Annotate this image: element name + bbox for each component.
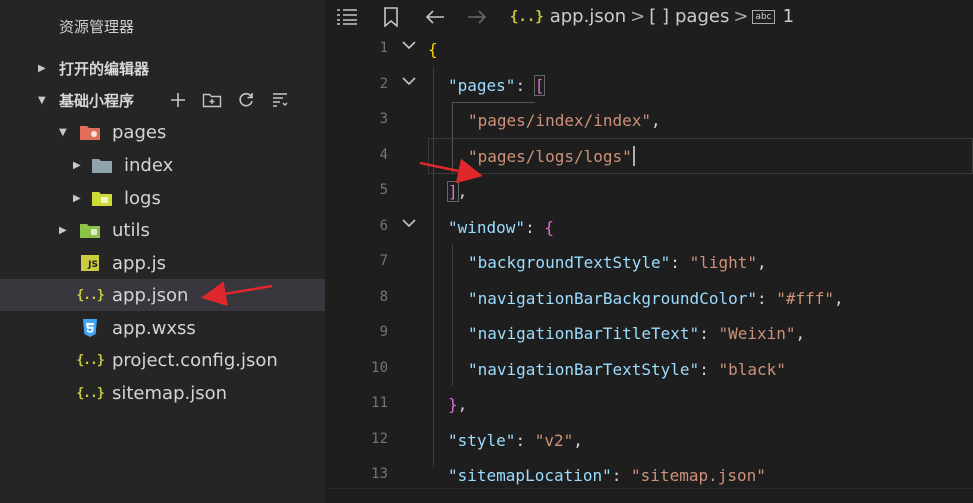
line-number: 6 [379, 218, 388, 234]
breadcrumb: {..} app.json > [ ] pages > abc 1 [510, 6, 794, 27]
code-line[interactable]: }, [448, 386, 467, 422]
line-number: 10 [371, 360, 388, 376]
open-editors-section[interactable]: ▶ 打开的编辑器 [0, 52, 325, 84]
breadcrumb-index[interactable]: 1 [783, 6, 794, 27]
tree-item-label: sitemap.json [112, 382, 228, 404]
text-cursor [632, 146, 635, 166]
tree-item-label: project.config.json [112, 349, 278, 371]
css-file-icon [80, 319, 100, 337]
js-file-icon: JS [80, 254, 100, 272]
tree-item-utils[interactable]: ▶ utils [0, 214, 325, 246]
editor-toolbar: {..} app.json > [ ] pages > abc 1 [326, 0, 973, 34]
code-line[interactable]: "navigationBarTextStyle": "black" [468, 351, 786, 387]
line-number: 5 [379, 182, 388, 198]
project-section[interactable]: ▼ 基础小程序 [0, 84, 325, 116]
forward-arrow-icon[interactable] [465, 5, 489, 29]
code-line[interactable]: "backgroundTextStyle": "light", [468, 244, 767, 280]
line-number: 4 [379, 147, 388, 163]
tree-item-label: pages [112, 121, 167, 143]
explorer-sidebar: 资源管理器 ▶ 打开的编辑器 ▼ 基础小程序 ▼ pages ▶ index ▶… [0, 0, 326, 502]
code-editor[interactable]: {..} app.json > [ ] pages > abc 1 1 2 3 … [326, 0, 973, 503]
code-line[interactable]: "pages/logs/logs" [468, 138, 635, 174]
tree-item-label: utils [112, 219, 150, 241]
code-line[interactable]: "navigationBarBackgroundColor": "#fff", [468, 280, 844, 316]
tree-item-project-config[interactable]: {..} project.config.json [0, 344, 325, 376]
breadcrumb-separator: > [733, 6, 749, 27]
breadcrumb-separator: > [630, 6, 646, 27]
line-number: 12 [371, 431, 388, 447]
json-file-icon: {..} [76, 287, 104, 303]
open-editors-label: 打开的编辑器 [59, 59, 150, 78]
fold-chevron-icon[interactable] [402, 74, 416, 90]
code-line[interactable]: "style": "v2", [448, 422, 583, 458]
project-label: 基础小程序 [59, 91, 135, 110]
project-toolbar [168, 84, 290, 116]
explorer-title: 资源管理器 [59, 18, 135, 36]
list-icon[interactable] [335, 5, 359, 29]
code-line[interactable]: { [428, 31, 438, 67]
indent-guide [433, 67, 434, 467]
line-number: 11 [371, 395, 388, 411]
tree-item-label: app.wxss [112, 317, 196, 339]
new-file-icon[interactable] [168, 90, 188, 110]
json-file-icon: {..} [510, 8, 544, 25]
array-icon: [ ] [649, 6, 669, 27]
tree-item-app-wxss[interactable]: app.wxss [0, 312, 325, 344]
tree-item-pages[interactable]: ▼ pages [0, 116, 325, 148]
line-number: 8 [379, 289, 388, 305]
line-number: 1 [379, 40, 388, 56]
folder-logs-icon [92, 189, 112, 207]
line-number: 9 [379, 324, 388, 340]
tree-item-app-json[interactable]: {..} app.json [0, 279, 325, 311]
json-file-icon: {..} [76, 352, 104, 368]
chevron-down-icon: ▼ [59, 126, 67, 138]
folder-icon [92, 156, 112, 174]
tree-item-sitemap[interactable]: {..} sitemap.json [0, 377, 325, 409]
tree-item-logs[interactable]: ▶ logs [0, 182, 325, 214]
new-folder-icon[interactable] [202, 90, 222, 110]
chevron-right-icon: ▶ [38, 62, 46, 74]
code-line[interactable]: "navigationBarTitleText": "Weixin", [468, 315, 805, 351]
code-line[interactable]: ], [447, 173, 467, 209]
chevron-right-icon: ▶ [59, 224, 67, 236]
code-line[interactable]: "window": { [448, 209, 554, 245]
code-line[interactable]: "pages": [ [448, 67, 546, 103]
chevron-right-icon: ▶ [73, 192, 81, 204]
back-arrow-icon[interactable] [423, 5, 447, 29]
tree-item-label: app.js [112, 252, 166, 274]
tree-item-app-js[interactable]: JS app.js [0, 247, 325, 279]
tree-item-label: app.json [112, 284, 189, 306]
refresh-icon[interactable] [236, 90, 256, 110]
breadcrumb-file[interactable]: app.json [550, 6, 626, 27]
chevron-right-icon: ▶ [73, 159, 81, 171]
line-number: 7 [379, 253, 388, 269]
chevron-down-icon: ▼ [38, 94, 46, 106]
bookmark-icon[interactable] [379, 5, 403, 29]
fold-chevron-icon[interactable] [402, 38, 416, 54]
line-number: 2 [379, 76, 388, 92]
tree-item-index[interactable]: ▶ index [0, 149, 325, 181]
json-file-icon: {..} [76, 385, 104, 401]
fold-chevron-icon[interactable] [402, 216, 416, 232]
collapse-all-icon[interactable] [270, 90, 290, 110]
indent-guide [452, 244, 453, 386]
tree-item-label: index [124, 154, 174, 176]
code-line[interactable]: "pages/index/index", [468, 102, 661, 138]
folder-pages-icon [80, 123, 100, 141]
breadcrumb-key[interactable]: pages [675, 6, 729, 27]
line-number: 3 [379, 111, 388, 127]
tree-item-label: logs [124, 187, 161, 209]
horizontal-scrollbar[interactable] [326, 488, 973, 503]
folder-utils-icon [80, 221, 100, 239]
string-icon: abc [752, 9, 775, 24]
